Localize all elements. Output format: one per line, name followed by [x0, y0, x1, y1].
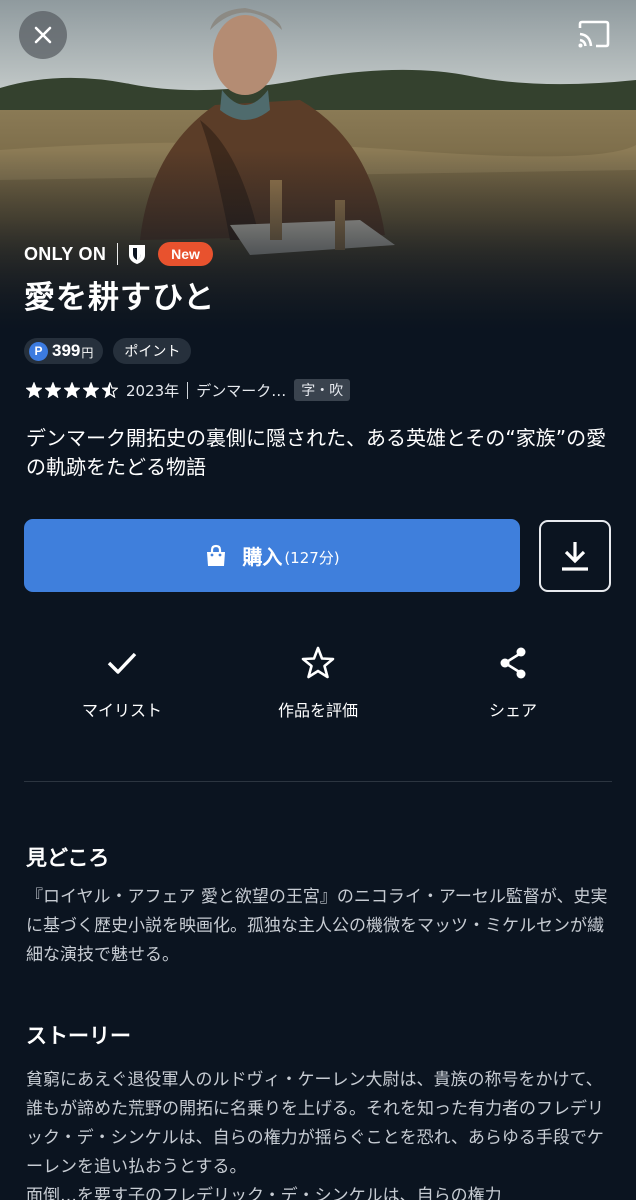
- download-button[interactable]: [539, 520, 611, 592]
- only-on-divider: [117, 243, 119, 265]
- meta-divider: [187, 381, 189, 399]
- share-button[interactable]: シェア: [433, 645, 593, 721]
- purchase-button[interactable]: 購入 (127分): [24, 519, 520, 592]
- runtime: (127分): [284, 548, 340, 567]
- download-icon: [562, 542, 588, 571]
- page-title: 愛を耕すひと: [24, 280, 216, 316]
- mylist-button[interactable]: マイリスト: [42, 645, 202, 721]
- star-outline-icon: [301, 646, 335, 679]
- highlights-title: 見どころ: [26, 846, 110, 870]
- release-year: 2023年: [126, 381, 180, 400]
- new-badge: New: [158, 242, 213, 266]
- check-icon: [107, 652, 137, 674]
- point-icon: P: [29, 341, 48, 361]
- synopsis: デンマーク開拓史の裏側に隠された、ある英雄とその“家族”の愛の軌跡をたどる物語: [26, 426, 607, 479]
- cast-button[interactable]: [572, 16, 616, 52]
- shield-icon: [129, 245, 146, 264]
- highlights-body: 『ロイヤル・アフェア 愛と欲望の王宮』のニコライ・アーセル監督が、史実に基づく歴…: [26, 887, 608, 965]
- only-on-label: ONLY ON: [24, 243, 107, 264]
- section-divider: [24, 781, 612, 782]
- star-icon: [83, 382, 99, 398]
- subtitle-dub-badge: 字・吹: [294, 379, 351, 401]
- meta-row: 2023年 デンマーク… 字・吹: [26, 376, 351, 404]
- story-title: ストーリー: [26, 1024, 131, 1048]
- story-body-cutoff: 面倒…を要す子のフレデリック・デ・シンケルは、自らの権力: [26, 1186, 502, 1200]
- action-row: マイリスト 作品を評価 シェア: [0, 645, 636, 725]
- rate-button[interactable]: 作品を評価: [238, 645, 398, 721]
- close-icon: [34, 26, 52, 44]
- mylist-label: マイリスト: [81, 701, 162, 720]
- star-rating: [26, 382, 118, 398]
- price-row: P 399 円 ポイント: [24, 338, 192, 364]
- point-chip: ポイント: [113, 338, 192, 364]
- star-icon: [102, 382, 118, 398]
- rate-label: 作品を評価: [277, 701, 358, 720]
- only-on-row: ONLY ON New: [24, 238, 213, 270]
- star-icon: [45, 382, 61, 398]
- price-value: 399: [52, 341, 81, 360]
- share-icon: [500, 647, 526, 679]
- story-body: 貧窮にあえぐ退役軍人のルドヴィ・ケーレン大尉は、貴族の称号をかけて、誰もが諦めた…: [26, 1070, 604, 1177]
- share-label: シェア: [488, 701, 537, 720]
- price-unit: 円: [81, 346, 94, 360]
- cast-icon: [578, 20, 610, 48]
- close-button[interactable]: [19, 11, 67, 59]
- shopping-bag-icon: [207, 544, 226, 566]
- star-icon: [26, 382, 42, 398]
- country: デンマーク…: [196, 381, 287, 400]
- purchase-label: 購入: [242, 545, 283, 569]
- price-chip: P 399 円: [24, 338, 104, 364]
- star-icon: [64, 382, 80, 398]
